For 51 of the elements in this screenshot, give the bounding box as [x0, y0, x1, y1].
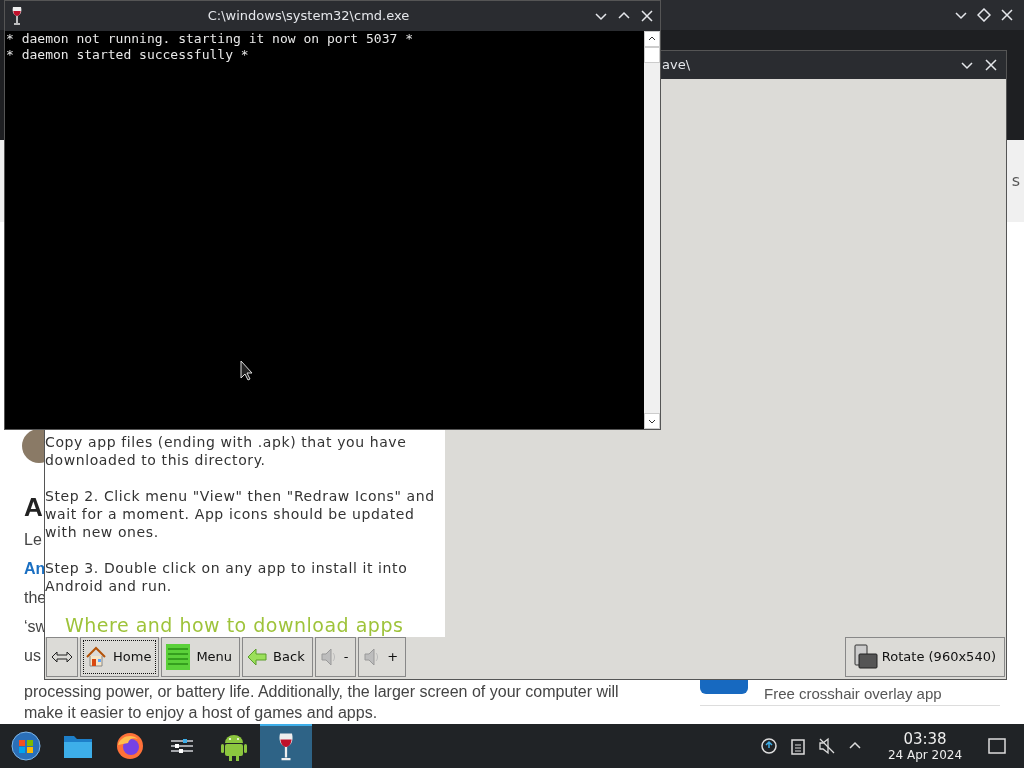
left-arrow-icon [247, 648, 268, 666]
muted-speaker-icon[interactable] [818, 737, 836, 755]
volume-button[interactable]: - [314, 637, 357, 677]
article-text: processing power, or battery life. Additionally, the larger screen of your computer will [24, 682, 619, 702]
close-icon[interactable] [984, 58, 998, 72]
fox-globe-icon [115, 731, 145, 761]
instruction-text: Copy app files (ending with .apk) that you have downloaded to this directory. [45, 433, 408, 469]
double-arrow-icon [51, 651, 73, 663]
scroll-up-icon[interactable] [644, 31, 660, 47]
wine-glass-icon [277, 732, 295, 762]
mouse-pointer-icon [240, 360, 254, 381]
wine-glass-icon [11, 6, 23, 26]
menu-icon [166, 644, 191, 670]
network-icon[interactable] [760, 737, 778, 755]
sidebar-link[interactable]: Free crosshair overlay app [764, 683, 942, 706]
speaker-icon [319, 647, 338, 667]
volume-button[interactable]: + [358, 637, 407, 677]
house-icon [85, 646, 107, 668]
section-heading: Where and how to download apps [64, 613, 405, 637]
console-line: * daemon not running. starting it now on port 5037 * [6, 31, 413, 47]
console-line: * daemon started successfully * [6, 47, 249, 63]
article-text: make it easier to enjoy a host of games and apps. [24, 703, 378, 723]
start-orb-icon [11, 731, 41, 761]
clock-date[interactable]: 24 Apr 2024 [887, 747, 963, 762]
scroll-thumb[interactable] [644, 47, 660, 63]
folder-icon [63, 733, 93, 759]
article-text: Le [24, 530, 42, 550]
menu-button[interactable]: Menu [161, 637, 241, 677]
clipboard-icon[interactable] [790, 737, 806, 755]
resize-button[interactable] [46, 637, 78, 677]
restore-icon[interactable] [977, 8, 991, 22]
instruction-text: Step 3. Double click on any app to install it into Android and run. [45, 559, 409, 595]
instruction-text: Step 2. Click menu "View" then "Redraw Icons" and wait for a moment. App icons should be updated with new ones. [45, 487, 436, 541]
taskbar-app[interactable] [260, 724, 312, 768]
tablet-icon [853, 644, 878, 670]
rotate-button[interactable]: Rotate (960x540) [844, 637, 1005, 677]
window-title: C:\windows\system32\cmd.exe [206, 7, 411, 26]
close-icon[interactable] [640, 9, 654, 23]
window-title: ave\ [662, 56, 692, 75]
home-button[interactable]: Home [80, 637, 160, 677]
article-link[interactable]: An [24, 559, 46, 579]
clock-time[interactable]: 03:38 [903, 730, 947, 748]
menu-text: s [1011, 170, 1020, 192]
sliders-icon [169, 736, 195, 756]
article-heading: A [24, 491, 43, 524]
scroll-down-icon[interactable] [644, 413, 660, 429]
article-text: us [24, 646, 41, 666]
show-desktop-icon[interactable] [988, 738, 1006, 754]
scrollbar[interactable] [644, 31, 660, 429]
back-button[interactable]: Back [242, 637, 313, 677]
close-icon[interactable] [1000, 8, 1014, 22]
